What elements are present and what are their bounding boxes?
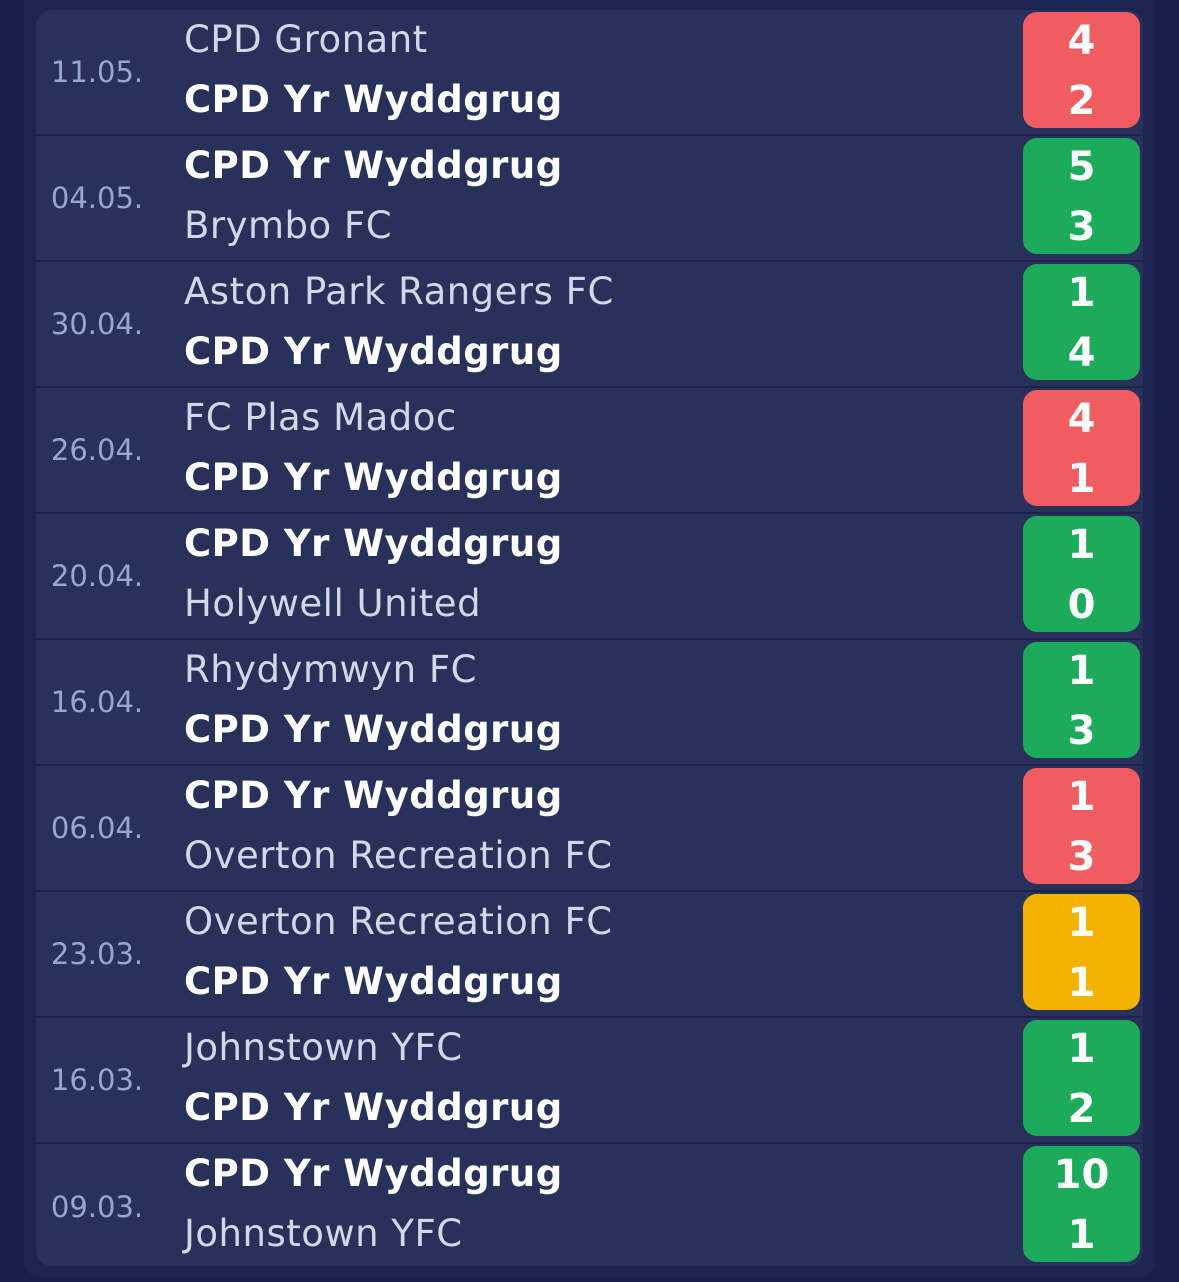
- home-score: 1: [1067, 1026, 1096, 1072]
- away-team: Holywell United: [184, 582, 482, 625]
- away-team: CPD Yr Wyddgrug: [184, 1086, 563, 1129]
- home-team: CPD Yr Wyddgrug: [184, 774, 563, 817]
- away-score: 2: [1067, 1086, 1096, 1132]
- away-score: 1: [1067, 960, 1096, 1006]
- away-score: 1: [1067, 1212, 1096, 1258]
- home-team: Overton Recreation FC: [184, 900, 613, 943]
- match-date: 30.04.: [50, 307, 144, 341]
- home-team: CPD Gronant: [184, 18, 428, 61]
- home-score: 1: [1067, 270, 1096, 316]
- score-badge: 5 3: [1023, 138, 1140, 254]
- match-date: 20.04.: [50, 559, 144, 593]
- away-team: Brymbo FC: [184, 204, 393, 247]
- home-team: Rhydymwyn FC: [184, 648, 477, 691]
- score-badge: 1 2: [1023, 1020, 1140, 1136]
- home-team: CPD Yr Wyddgrug: [184, 522, 563, 565]
- away-team: CPD Yr Wyddgrug: [184, 456, 563, 499]
- match-row[interactable]: 20.04. CPD Yr Wyddgrug Holywell United 1…: [36, 514, 1143, 640]
- home-score: 1: [1067, 648, 1096, 694]
- home-score: 5: [1067, 144, 1096, 190]
- away-score: 4: [1067, 330, 1096, 376]
- match-date: 11.05.: [50, 55, 144, 89]
- away-score: 0: [1067, 582, 1096, 628]
- match-date: 26.04.: [50, 433, 144, 467]
- score-badge: 1 0: [1023, 516, 1140, 632]
- away-score: 1: [1067, 456, 1096, 502]
- score-badge: 1 3: [1023, 642, 1140, 758]
- home-team: Aston Park Rangers FC: [184, 270, 614, 313]
- away-team: Overton Recreation FC: [184, 834, 613, 877]
- away-team: Johnstown YFC: [184, 1212, 463, 1255]
- match-row[interactable]: 26.04. FC Plas Madoc CPD Yr Wyddgrug 4 1: [36, 388, 1143, 514]
- home-score: 4: [1067, 18, 1096, 64]
- match-date: 16.03.: [50, 1063, 144, 1097]
- home-score: 1: [1067, 900, 1096, 946]
- match-row[interactable]: 06.04. CPD Yr Wyddgrug Overton Recreatio…: [36, 766, 1143, 892]
- away-score: 3: [1067, 708, 1096, 754]
- away-team: CPD Yr Wyddgrug: [184, 78, 563, 121]
- home-team: Johnstown YFC: [184, 1026, 463, 1069]
- score-badge: 4 2: [1023, 12, 1140, 128]
- match-row[interactable]: 16.04. Rhydymwyn FC CPD Yr Wyddgrug 1 3: [36, 640, 1143, 766]
- match-list: 11.05. CPD Gronant CPD Yr Wyddgrug 4 2 0…: [36, 10, 1143, 1266]
- away-score: 3: [1067, 204, 1096, 250]
- score-badge: 10 1: [1023, 1146, 1140, 1262]
- away-score: 2: [1067, 78, 1096, 124]
- match-row[interactable]: 30.04. Aston Park Rangers FC CPD Yr Wydd…: [36, 262, 1143, 388]
- match-row[interactable]: 16.03. Johnstown YFC CPD Yr Wyddgrug 1 2: [36, 1018, 1143, 1144]
- score-badge: 1 3: [1023, 768, 1140, 884]
- match-row[interactable]: 09.03. CPD Yr Wyddgrug Johnstown YFC 10 …: [36, 1144, 1143, 1266]
- home-team: CPD Yr Wyddgrug: [184, 144, 563, 187]
- home-team: FC Plas Madoc: [184, 396, 457, 439]
- home-score: 10: [1053, 1152, 1110, 1198]
- match-date: 23.03.: [50, 937, 144, 971]
- match-row[interactable]: 11.05. CPD Gronant CPD Yr Wyddgrug 4 2: [36, 10, 1143, 136]
- home-team: CPD Yr Wyddgrug: [184, 1152, 563, 1195]
- score-badge: 4 1: [1023, 390, 1140, 506]
- away-score: 3: [1067, 834, 1096, 880]
- match-date: 09.03.: [50, 1190, 144, 1224]
- score-badge: 1 1: [1023, 894, 1140, 1010]
- score-badge: 1 4: [1023, 264, 1140, 380]
- home-score: 1: [1067, 522, 1096, 568]
- home-score: 1: [1067, 774, 1096, 820]
- match-row[interactable]: 04.05. CPD Yr Wyddgrug Brymbo FC 5 3: [36, 136, 1143, 262]
- match-row[interactable]: 23.03. Overton Recreation FC CPD Yr Wydd…: [36, 892, 1143, 1018]
- away-team: CPD Yr Wyddgrug: [184, 330, 563, 373]
- match-date: 04.05.: [50, 181, 144, 215]
- away-team: CPD Yr Wyddgrug: [184, 708, 563, 751]
- match-date: 16.04.: [50, 685, 144, 719]
- match-date: 06.04.: [50, 811, 144, 845]
- away-team: CPD Yr Wyddgrug: [184, 960, 563, 1003]
- home-score: 4: [1067, 396, 1096, 442]
